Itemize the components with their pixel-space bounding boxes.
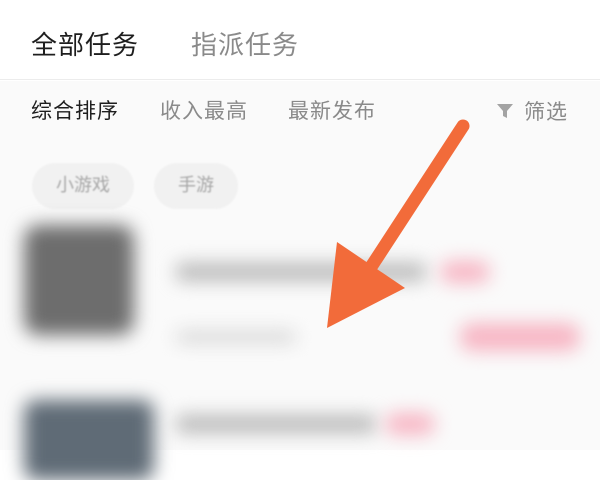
chip-mobile-game[interactable]: 手游	[154, 163, 238, 209]
filter-button[interactable]: 筛选	[494, 95, 568, 127]
sort-newest[interactable]: 最新发布	[288, 95, 376, 127]
tab-all-tasks[interactable]: 全部任务	[31, 28, 139, 64]
task-meta-placeholder	[176, 331, 296, 343]
task-title-placeholder	[176, 263, 426, 281]
filter-label: 筛选	[524, 100, 568, 124]
task-list: 小游戏 手游	[0, 145, 600, 480]
task-tabs: 全部任务 指派任务	[0, 0, 600, 80]
task-reward-placeholder	[460, 323, 580, 351]
sort-highest-income[interactable]: 收入最高	[160, 95, 248, 127]
task-title-placeholder	[176, 415, 376, 433]
task-thumbnail	[24, 400, 154, 480]
task-thumbnail	[24, 225, 134, 335]
task-tag-placeholder	[440, 261, 490, 283]
filter-icon	[497, 104, 513, 118]
sort-bar: 综合排序 收入最高 最新发布 筛选	[0, 81, 600, 145]
task-tag-placeholder	[385, 413, 435, 435]
chip-minigame[interactable]: 小游戏	[32, 163, 134, 209]
sort-comprehensive[interactable]: 综合排序	[31, 95, 119, 127]
tab-assigned-tasks[interactable]: 指派任务	[191, 28, 299, 64]
